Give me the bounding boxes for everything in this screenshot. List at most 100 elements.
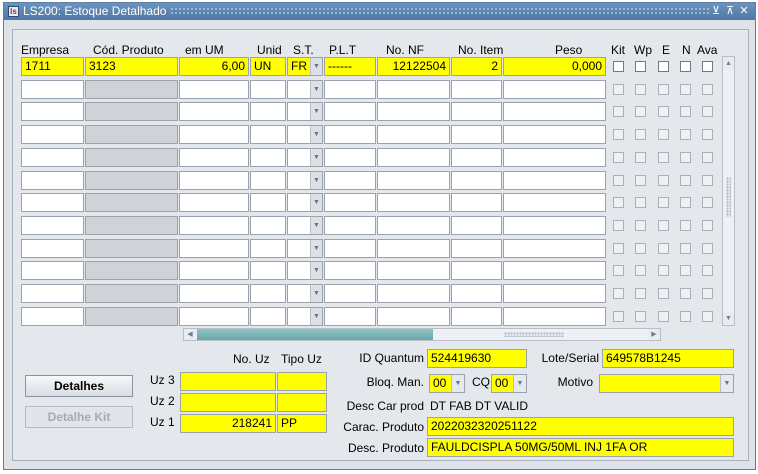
grid-cell-peso[interactable]: [503, 171, 606, 190]
grid-cell-unid[interactable]: [250, 239, 286, 258]
uz3-tipo-field[interactable]: [277, 372, 327, 391]
checkbox-e[interactable]: [658, 61, 669, 72]
grid-cell-empresa[interactable]: [21, 239, 84, 258]
grid-cell-em-um[interactable]: [179, 307, 249, 326]
grid-cell-no-item[interactable]: [451, 193, 502, 212]
horizontal-scrollbar[interactable]: ◀ ▶: [183, 328, 661, 341]
grid-cell-cod-produto[interactable]: [85, 171, 178, 190]
grid-cell-plt[interactable]: [324, 148, 376, 167]
chevron-down-icon[interactable]: ▼: [310, 194, 322, 211]
grid-cell-empresa[interactable]: [21, 80, 84, 99]
grid-cell-no-item[interactable]: [451, 261, 502, 280]
close-icon[interactable]: ✕: [738, 3, 750, 20]
grid-cell-no-nf[interactable]: 12122504: [377, 57, 450, 76]
grid-cell-no-nf[interactable]: [377, 193, 450, 212]
grid-cell-em-um[interactable]: 6,00: [179, 57, 249, 76]
grid-cell-empresa[interactable]: 1711: [21, 57, 84, 76]
grid-cell-plt[interactable]: [324, 216, 376, 235]
grid-cell-peso[interactable]: [503, 307, 606, 326]
title-bar[interactable]: ls LS200: Estoque Detalhado ⊻ ⊼ ✕: [4, 3, 755, 20]
grid-cell-em-um[interactable]: [179, 284, 249, 303]
st-select[interactable]: FR ▼: [287, 57, 323, 76]
grid-cell-unid[interactable]: [250, 216, 286, 235]
grid-cell-no-nf[interactable]: [377, 102, 450, 121]
grid-cell-cod-produto[interactable]: [85, 239, 178, 258]
grid-cell-cod-produto[interactable]: [85, 125, 178, 144]
carac-produto-field[interactable]: 2022032320251122: [427, 417, 734, 436]
st-select[interactable]: ▼: [287, 284, 323, 303]
uz1-tipo-field[interactable]: PP: [277, 414, 327, 433]
chevron-down-icon[interactable]: ▼: [310, 285, 322, 302]
grid-cell-no-nf[interactable]: [377, 307, 450, 326]
grid-cell-plt[interactable]: ------: [324, 57, 376, 76]
st-select[interactable]: ▼: [287, 102, 323, 121]
grid-cell-cod-produto[interactable]: [85, 261, 178, 280]
grid-cell-empresa[interactable]: [21, 125, 84, 144]
uz1-no-field[interactable]: 218241: [180, 414, 276, 433]
st-select[interactable]: ▼: [287, 216, 323, 235]
grid-cell-no-nf[interactable]: [377, 261, 450, 280]
grid-cell-peso[interactable]: [503, 102, 606, 121]
scroll-right-icon[interactable]: ▶: [648, 329, 660, 340]
grid-cell-cod-produto[interactable]: [85, 80, 178, 99]
grid-cell-em-um[interactable]: [179, 193, 249, 212]
grid-cell-unid[interactable]: [250, 284, 286, 303]
desc-produto-field[interactable]: FAULDCISPLA 50MG/50ML INJ 1FA OR: [427, 438, 734, 457]
grid-cell-peso[interactable]: [503, 80, 606, 99]
chevron-down-icon[interactable]: ▼: [310, 126, 322, 143]
grid-cell-plt[interactable]: [324, 171, 376, 190]
chevron-down-icon[interactable]: ▼: [310, 149, 322, 166]
chevron-down-icon[interactable]: ▼: [310, 81, 322, 98]
motivo-select[interactable]: ▼: [599, 374, 734, 393]
grid-cell-empresa[interactable]: [21, 148, 84, 167]
horizontal-scroll-thumb[interactable]: [197, 329, 433, 340]
grid-cell-peso[interactable]: [503, 125, 606, 144]
grid-cell-no-item[interactable]: [451, 216, 502, 235]
checkbox-n[interactable]: [680, 61, 691, 72]
grid-cell-unid[interactable]: [250, 80, 286, 99]
st-select[interactable]: ▼: [287, 148, 323, 167]
grid-cell-unid[interactable]: [250, 307, 286, 326]
grid-cell-peso[interactable]: [503, 148, 606, 167]
grid-cell-em-um[interactable]: [179, 125, 249, 144]
id-quantum-field[interactable]: 524419630: [427, 349, 527, 368]
grid-cell-plt[interactable]: [324, 193, 376, 212]
grid-cell-peso[interactable]: [503, 284, 606, 303]
grid-cell-empresa[interactable]: [21, 261, 84, 280]
chevron-down-icon[interactable]: ▼: [310, 262, 322, 279]
bloq-man-select[interactable]: 00 ▼: [429, 374, 465, 393]
grid-cell-em-um[interactable]: [179, 80, 249, 99]
grid-cell-em-um[interactable]: [179, 102, 249, 121]
grid-cell-no-nf[interactable]: [377, 148, 450, 167]
grid-cell-peso[interactable]: 0,000: [503, 57, 606, 76]
grid-cell-no-item[interactable]: [451, 239, 502, 258]
grid-cell-empresa[interactable]: [21, 307, 84, 326]
grid-cell-em-um[interactable]: [179, 216, 249, 235]
grid-cell-no-item[interactable]: [451, 80, 502, 99]
grid-cell-unid[interactable]: [250, 261, 286, 280]
scroll-up-icon[interactable]: ▲: [723, 57, 734, 70]
grid-cell-no-nf[interactable]: [377, 284, 450, 303]
st-select[interactable]: ▼: [287, 193, 323, 212]
grid-cell-peso[interactable]: [503, 239, 606, 258]
chevron-down-icon[interactable]: ▼: [310, 58, 322, 75]
checkbox-wp[interactable]: [635, 61, 646, 72]
chevron-down-icon[interactable]: ▼: [310, 217, 322, 234]
st-select[interactable]: ▼: [287, 125, 323, 144]
grid-cell-em-um[interactable]: [179, 261, 249, 280]
scroll-left-icon[interactable]: ◀: [184, 329, 196, 340]
grid-cell-plt[interactable]: [324, 307, 376, 326]
grid-cell-cod-produto[interactable]: [85, 102, 178, 121]
vertical-scrollbar[interactable]: ▲ ▼: [722, 56, 735, 326]
grid-cell-peso[interactable]: [503, 261, 606, 280]
grid-cell-unid[interactable]: UN: [250, 57, 286, 76]
grid-cell-em-um[interactable]: [179, 239, 249, 258]
grid-cell-plt[interactable]: [324, 261, 376, 280]
grid-cell-plt[interactable]: [324, 284, 376, 303]
grid-cell-unid[interactable]: [250, 102, 286, 121]
uz3-no-field[interactable]: [180, 372, 276, 391]
grid-cell-no-nf[interactable]: [377, 216, 450, 235]
grid-cell-cod-produto[interactable]: [85, 148, 178, 167]
grid-cell-cod-produto[interactable]: [85, 216, 178, 235]
chevron-down-icon[interactable]: ▼: [310, 240, 322, 257]
